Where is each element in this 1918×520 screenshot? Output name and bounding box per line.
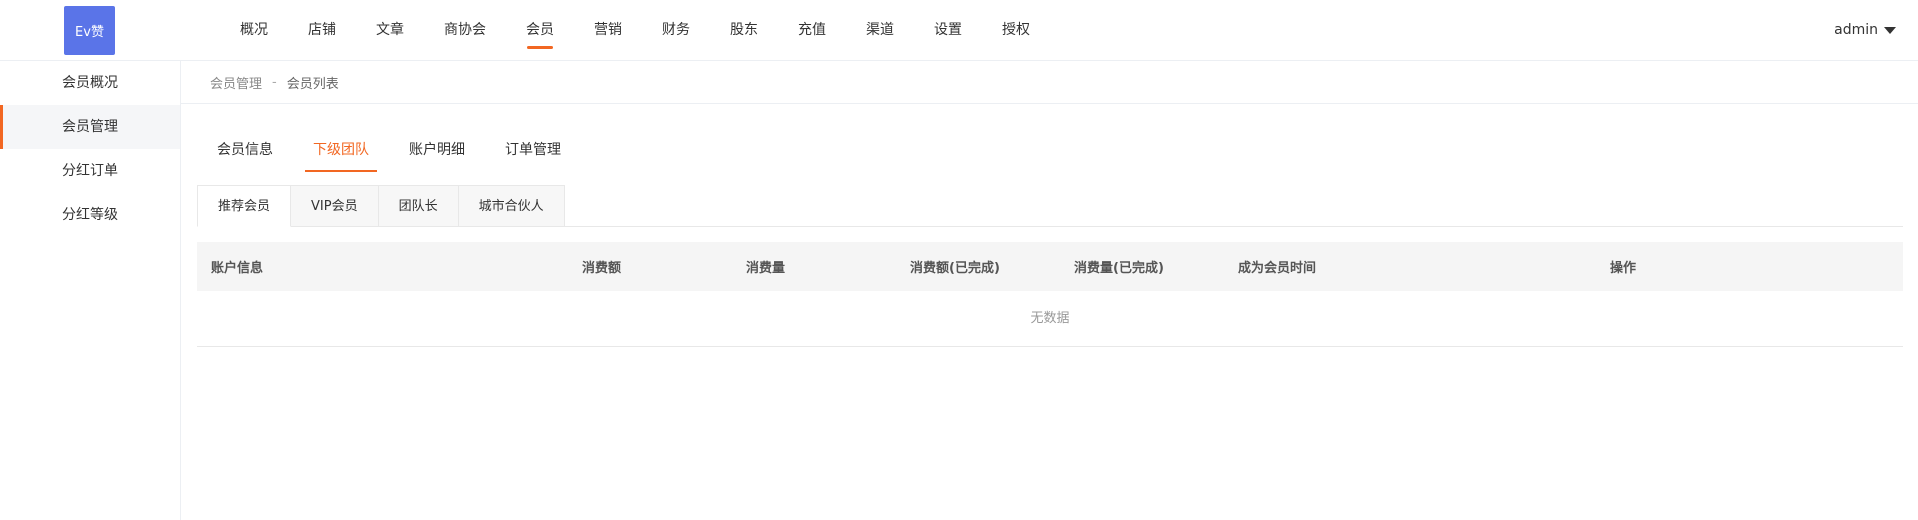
column-header-spend-count: 消费量 bbox=[746, 261, 786, 276]
sidebar-item-member-overview[interactable]: 会员概况 bbox=[0, 61, 180, 105]
column-header-actions: 操作 bbox=[1610, 261, 1637, 276]
breadcrumb: 会员管理 - 会员列表 bbox=[181, 61, 1918, 104]
nav-item-overview[interactable]: 概况 bbox=[220, 0, 288, 61]
tab-account-details[interactable]: 账户明细 bbox=[389, 130, 485, 172]
sidebar-item-dividend-orders[interactable]: 分红订单 bbox=[0, 149, 180, 193]
column-header-member-since: 成为会员时间 bbox=[1238, 261, 1317, 276]
breadcrumb-current: 会员列表 bbox=[286, 76, 339, 92]
brand-logo[interactable]: Ev赞 bbox=[64, 6, 115, 55]
breadcrumb-separator: - bbox=[272, 74, 277, 90]
nav-item-shop[interactable]: 店铺 bbox=[288, 0, 356, 61]
subtab-referred-members[interactable]: 推荐会员 bbox=[197, 185, 292, 227]
nav-item-members[interactable]: 会员 bbox=[506, 0, 574, 61]
sidebar: 会员概况 会员管理 分红订单 分红等级 bbox=[0, 61, 181, 520]
column-header-spend-count-completed: 消费量(已完成) bbox=[1074, 261, 1164, 276]
table-header: 账户信息 消费额 消费量 消费额(已完成) 消费量(已完成) 成为会员时间 操作 bbox=[197, 242, 1903, 291]
column-header-spend-amount: 消费额 bbox=[582, 261, 622, 276]
tab-member-info[interactable]: 会员信息 bbox=[197, 130, 293, 172]
nav-item-chamber[interactable]: 商协会 bbox=[424, 0, 506, 61]
sidebar-item-member-management[interactable]: 会员管理 bbox=[0, 105, 180, 149]
table-empty-state: 无数据 bbox=[197, 291, 1903, 347]
user-name: admin bbox=[1834, 22, 1878, 38]
top-header: Ev赞 概况 店铺 文章 商协会 会员 营销 财务 股东 充值 渠道 设置 授权… bbox=[0, 0, 1918, 61]
nav-item-shareholders[interactable]: 股东 bbox=[710, 0, 778, 61]
tab-order-management[interactable]: 订单管理 bbox=[485, 130, 581, 172]
nav-item-articles[interactable]: 文章 bbox=[356, 0, 424, 61]
nav-item-marketing[interactable]: 营销 bbox=[574, 0, 642, 61]
caret-down-icon bbox=[1884, 27, 1896, 34]
sidebar-item-dividend-levels[interactable]: 分红等级 bbox=[0, 193, 180, 237]
breadcrumb-parent[interactable]: 会员管理 bbox=[210, 73, 262, 92]
member-table: 账户信息 消费额 消费量 消费额(已完成) 消费量(已完成) 成为会员时间 操作… bbox=[197, 242, 1903, 347]
top-nav: 概况 店铺 文章 商协会 会员 营销 财务 股东 充值 渠道 设置 授权 bbox=[220, 0, 1050, 61]
user-menu[interactable]: admin bbox=[1834, 0, 1896, 61]
nav-item-settings[interactable]: 设置 bbox=[914, 0, 982, 61]
brand-logo-text: Ev赞 bbox=[75, 25, 104, 40]
nav-item-authorization[interactable]: 授权 bbox=[982, 0, 1050, 61]
subtab-vip-members[interactable]: VIP会员 bbox=[290, 185, 379, 226]
main-tabs: 会员信息 下级团队 账户明细 订单管理 bbox=[197, 130, 581, 172]
tab-sub-team[interactable]: 下级团队 bbox=[293, 130, 389, 172]
nav-item-channels[interactable]: 渠道 bbox=[846, 0, 914, 61]
sub-tabs: 推荐会员 VIP会员 团队长 城市合伙人 bbox=[197, 185, 1903, 227]
subtab-city-partners[interactable]: 城市合伙人 bbox=[457, 185, 565, 226]
column-header-account: 账户信息 bbox=[211, 261, 264, 276]
column-header-spend-amount-completed: 消费额(已完成) bbox=[910, 261, 1000, 276]
nav-item-finance[interactable]: 财务 bbox=[642, 0, 710, 61]
subtab-team-leaders[interactable]: 团队长 bbox=[377, 185, 459, 226]
nav-item-recharge[interactable]: 充值 bbox=[778, 0, 846, 61]
